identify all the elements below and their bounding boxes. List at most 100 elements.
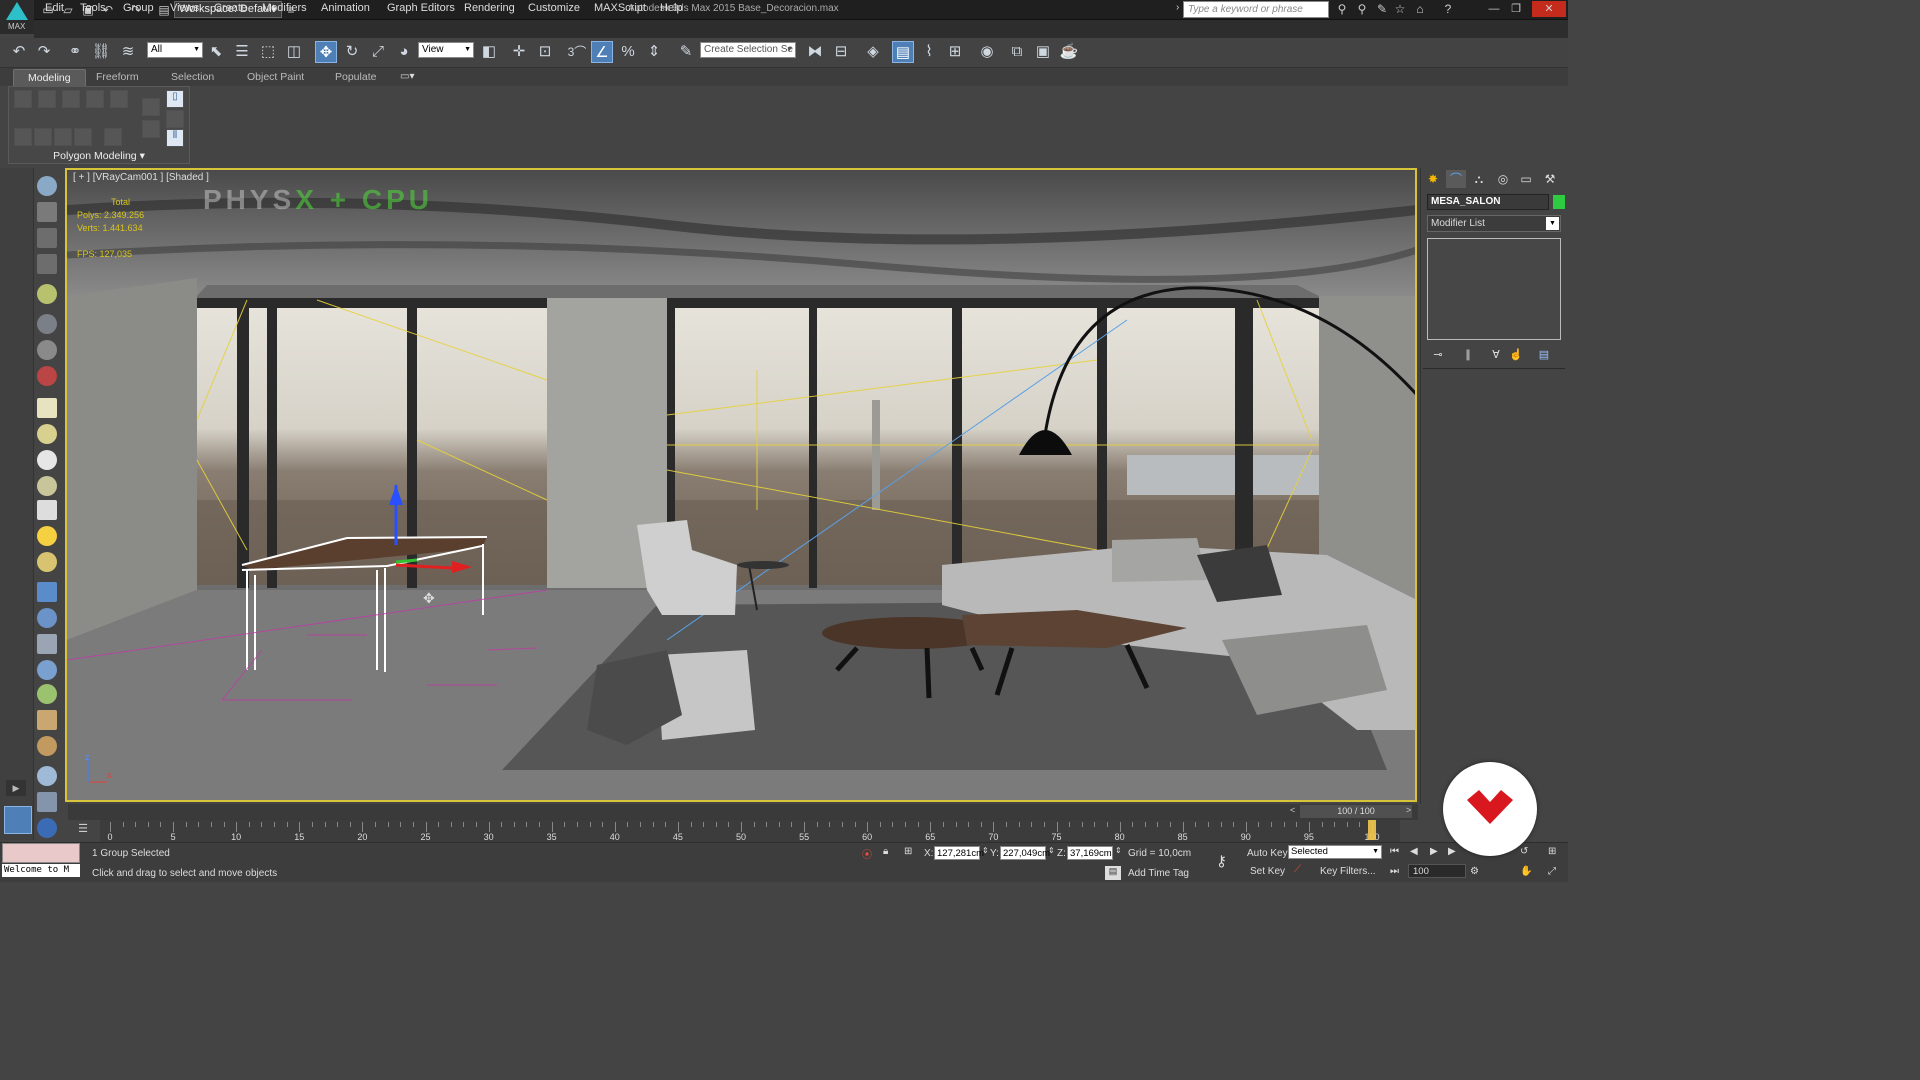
globe-icon[interactable] bbox=[37, 818, 57, 838]
menu-maxscript[interactable]: MAXScript bbox=[594, 2, 646, 14]
create-tab-icon[interactable]: ✸ bbox=[1423, 170, 1443, 188]
polygon-modeling-dropdown[interactable]: Polygon Modeling ▾ bbox=[8, 150, 190, 164]
ribbon-polygon-button[interactable] bbox=[86, 90, 104, 108]
favorites-star-icon[interactable]: ☆ bbox=[1392, 2, 1408, 16]
object-name-field[interactable]: MESA_SALON bbox=[1427, 194, 1549, 210]
scene-explorer-icon[interactable]: ▤ bbox=[892, 41, 914, 63]
ribbon-side-3-button[interactable] bbox=[166, 110, 184, 128]
absolute-mode-icon[interactable]: ⊞ bbox=[904, 846, 912, 857]
mini-curve-editor-icon[interactable]: ☰ bbox=[70, 822, 96, 840]
reference-coordinate-dropdown[interactable]: View ▼ bbox=[418, 42, 474, 58]
key-filters-button[interactable]: Key Filters... bbox=[1320, 866, 1376, 877]
pan-hand-icon[interactable]: ✋ bbox=[1520, 866, 1532, 877]
auto-key-button[interactable]: Auto Key bbox=[1247, 848, 1288, 859]
next-frame-arrow-icon[interactable]: > bbox=[1406, 805, 1411, 815]
viewport-label[interactable]: [ + ] [VRayCam001 ] [Shaded ] bbox=[73, 172, 209, 183]
search-input[interactable]: Type a keyword or phrase bbox=[1183, 1, 1329, 18]
dome-icon[interactable] bbox=[37, 476, 57, 496]
layer-manager-icon[interactable]: ◈ bbox=[862, 41, 884, 63]
menu-modifiers[interactable]: Modifiers bbox=[262, 2, 307, 14]
y-coordinate-field[interactable]: 227,049cm bbox=[1000, 846, 1050, 860]
app-logo-button[interactable]: MAX bbox=[0, 0, 34, 34]
rectangular-selection-icon[interactable]: ⬚ bbox=[257, 41, 279, 63]
tab-populate[interactable]: Populate bbox=[335, 71, 376, 83]
viewport-config-button[interactable] bbox=[4, 806, 32, 834]
menu-rendering[interactable]: Rendering bbox=[464, 2, 515, 14]
maxscript-listener-input[interactable] bbox=[2, 843, 80, 863]
go-to-start-icon[interactable]: ⏮ bbox=[1390, 846, 1399, 857]
select-manipulate-icon[interactable]: ✛ bbox=[508, 41, 530, 63]
mirror-icon[interactable]: ⧓ bbox=[804, 41, 826, 63]
play-icon[interactable]: ▶ bbox=[1430, 846, 1438, 857]
perspective-viewport[interactable]: ✥ [ + ] [VRayCam001 ] [Shaded ] PHYSX + … bbox=[65, 168, 1417, 802]
menu-group[interactable]: Group bbox=[123, 2, 154, 14]
tab-object-paint[interactable]: Object Paint bbox=[247, 71, 304, 83]
spacewarp-icon[interactable] bbox=[37, 366, 57, 386]
angle-snap-icon[interactable]: ∠ bbox=[591, 41, 613, 63]
tab-freeform[interactable]: Freeform bbox=[96, 71, 139, 83]
ribbon-tool-4-button[interactable] bbox=[74, 128, 92, 146]
render-icon[interactable] bbox=[37, 792, 57, 812]
sun-icon[interactable] bbox=[37, 526, 57, 546]
physics-icon[interactable] bbox=[37, 660, 57, 680]
communication-icon[interactable]: ✎ bbox=[1374, 2, 1390, 16]
menu-edit[interactable]: Edit bbox=[45, 2, 64, 14]
menu-create[interactable]: Create bbox=[214, 2, 247, 14]
edit-named-selection-icon[interactable]: ✎ bbox=[675, 41, 697, 63]
frame-counter[interactable]: 100 / 100 bbox=[1300, 805, 1412, 818]
ribbon-tool-2-button[interactable] bbox=[34, 128, 52, 146]
isolate-selection-icon[interactable]: ⦿ bbox=[862, 846, 872, 861]
mesh-export-icon[interactable] bbox=[37, 634, 57, 654]
previous-frame-icon[interactable]: ◀ bbox=[1410, 846, 1418, 857]
set-key-filter-icon[interactable]: ⟋ bbox=[1294, 864, 1301, 875]
z-coordinate-field[interactable]: 37,169cm bbox=[1067, 846, 1113, 860]
hair-icon[interactable] bbox=[37, 710, 57, 730]
modifier-list-dropdown[interactable]: Modifier List ▼ bbox=[1427, 215, 1561, 232]
pivot-center-icon[interactable]: ◧ bbox=[478, 41, 500, 63]
prev-frame-arrow-icon[interactable]: < bbox=[1290, 805, 1295, 815]
select-and-move-icon[interactable]: ✥ bbox=[315, 41, 337, 63]
search-icon[interactable]: ⚲ bbox=[1354, 2, 1370, 16]
show-end-result-icon[interactable]: ∥ bbox=[1459, 348, 1477, 361]
plane-icon[interactable] bbox=[37, 398, 57, 418]
list-icon[interactable] bbox=[37, 228, 57, 248]
scatter-icon[interactable] bbox=[37, 736, 57, 756]
menu-tools[interactable]: Tools bbox=[80, 2, 106, 14]
menu-views[interactable]: Views bbox=[170, 2, 199, 14]
make-unique-icon[interactable]: ∀ bbox=[1487, 348, 1505, 361]
light-icon[interactable] bbox=[37, 284, 57, 304]
hierarchy-tab-icon[interactable]: ⛬ bbox=[1469, 170, 1489, 188]
unlink-icon[interactable]: ⛓ bbox=[90, 41, 112, 63]
time-config-icon[interactable]: ⚙ bbox=[1470, 866, 1479, 877]
add-time-tag[interactable]: Add Time Tag bbox=[1128, 868, 1189, 879]
remove-modifier-icon[interactable]: ☝ bbox=[1507, 348, 1525, 361]
teapot-icon[interactable] bbox=[37, 176, 57, 196]
ribbon-pin-stack-button[interactable]: ⫴ bbox=[166, 129, 184, 147]
modifier-stack[interactable] bbox=[1427, 238, 1561, 340]
select-and-rotate-icon[interactable]: ↻ bbox=[341, 41, 363, 63]
snaps-toggle-icon[interactable]: 3⌒ bbox=[566, 41, 588, 63]
select-and-scale-icon[interactable]: ⤢ bbox=[367, 41, 389, 63]
ies-light-icon[interactable] bbox=[37, 552, 57, 572]
curve-editor-icon[interactable]: ⌇ bbox=[918, 41, 940, 63]
material-sphere-icon[interactable] bbox=[37, 766, 57, 786]
sphere-icon[interactable] bbox=[37, 450, 57, 470]
helper-icon[interactable] bbox=[37, 340, 57, 360]
object-color-swatch[interactable] bbox=[1553, 195, 1565, 209]
maximize-button[interactable]: ❐ bbox=[1506, 1, 1526, 17]
redo-icon[interactable]: ↷ bbox=[33, 41, 55, 63]
selection-filter-dropdown[interactable]: All ▼ bbox=[147, 42, 203, 58]
ribbon-tool-3-button[interactable] bbox=[54, 128, 72, 146]
x-coordinate-field[interactable]: 127,281cm bbox=[934, 846, 984, 860]
menu-graph-editors[interactable]: Graph Editors bbox=[387, 2, 455, 14]
render-setup-icon[interactable]: ⧉ bbox=[1006, 41, 1028, 63]
fur-icon[interactable] bbox=[37, 582, 57, 602]
minimize-button[interactable]: — bbox=[1484, 1, 1504, 17]
x-spinner-icon[interactable]: ⇕ bbox=[982, 846, 989, 855]
keyboard-shortcut-override-icon[interactable]: ⊡ bbox=[534, 41, 556, 63]
y-spinner-icon[interactable]: ⇕ bbox=[1048, 846, 1055, 855]
sign-in-icon[interactable]: ⌂ bbox=[1412, 2, 1428, 16]
tab-modeling[interactable]: Modeling bbox=[13, 69, 86, 86]
named-selection-dropdown[interactable]: Create Selection Se ▼ bbox=[700, 42, 796, 58]
zoom-extents-all-icon[interactable]: ⊞ bbox=[1548, 846, 1556, 857]
